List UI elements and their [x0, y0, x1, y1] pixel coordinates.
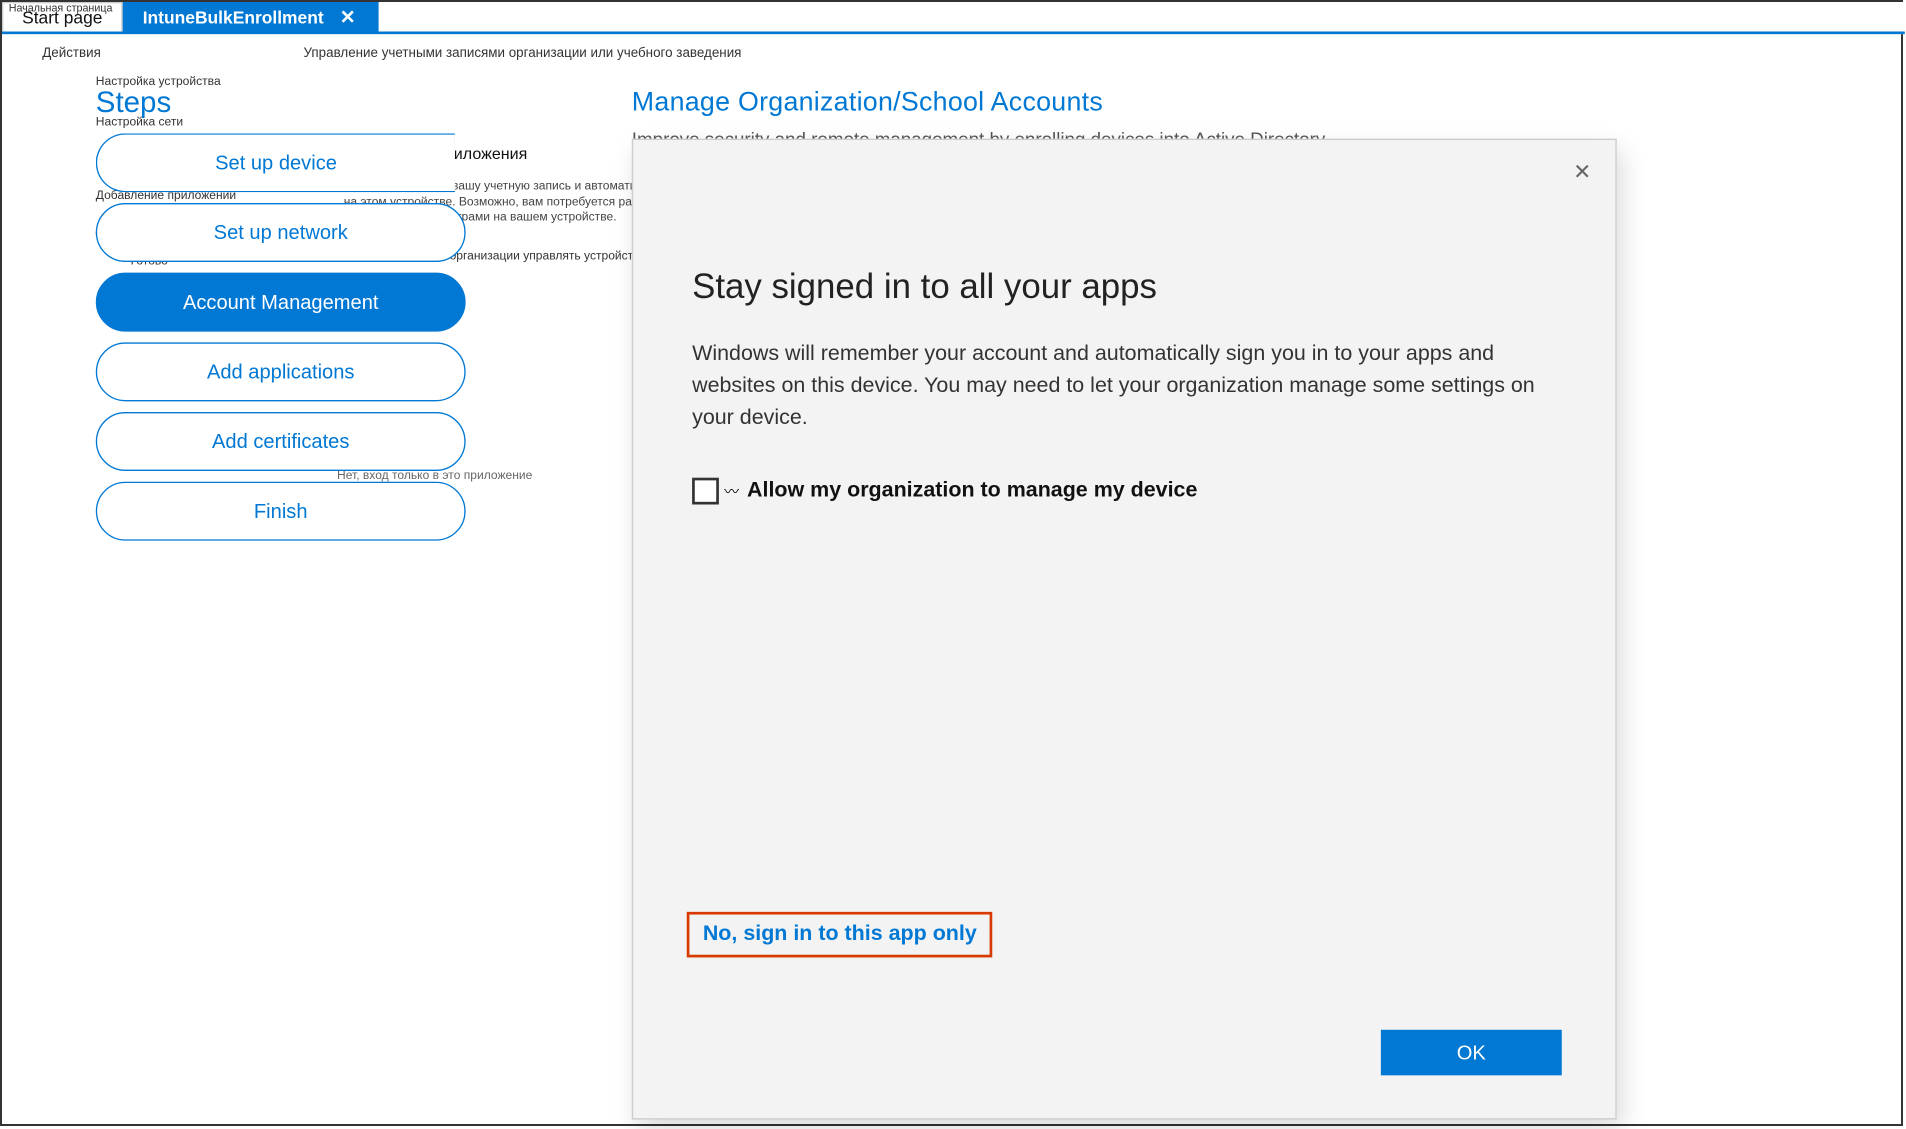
- step-account-management-label: Account Management: [183, 291, 379, 314]
- step-add-certificates[interactable]: Add certificates: [96, 412, 466, 471]
- step-finish-label: Finish: [254, 500, 308, 523]
- step-add-certificates-label: Add certificates: [212, 430, 349, 453]
- tab-start-page[interactable]: Начальная страница Start page: [2, 2, 123, 31]
- ru-net-setup-label: Настройка сети: [96, 115, 183, 128]
- allow-org-checkbox-row[interactable]: 〰 Allow my organization to manage my dev…: [692, 478, 1197, 505]
- allow-org-checkbox[interactable]: [692, 478, 719, 505]
- ok-button[interactable]: OK: [1381, 1030, 1562, 1076]
- ru-manage-accounts-header: Управление учетными записями организации…: [304, 46, 742, 61]
- step-setup-device-label: Set up device: [215, 151, 337, 174]
- tab-intune-label: IntuneBulkEnrollment: [143, 7, 324, 27]
- modal-text: Windows will remember your account and a…: [692, 338, 1536, 434]
- step-add-applications[interactable]: Add applications: [96, 342, 466, 401]
- step-finish[interactable]: Finish: [96, 482, 466, 541]
- modal-close-icon[interactable]: ✕: [1568, 153, 1597, 191]
- page-title: Manage Organization/School Accounts: [632, 88, 1103, 119]
- step-setup-network[interactable]: Set up network: [96, 203, 466, 262]
- signin-modal: ✕ Stay signed in to all your apps Window…: [632, 139, 1617, 1120]
- step-account-management[interactable]: Account Management: [96, 273, 466, 332]
- modal-title: Stay signed in to all your apps: [692, 266, 1157, 308]
- no-signin-this-app-only-link[interactable]: No, sign in to this app only: [687, 912, 993, 958]
- wave-icon: 〰: [724, 480, 739, 501]
- tab-close-icon[interactable]: ✕: [337, 6, 358, 29]
- ru-actions-label: Действия: [42, 46, 101, 61]
- allow-org-checkbox-label: Allow my organization to manage my devic…: [747, 479, 1197, 503]
- step-setup-device[interactable]: Set up device: [96, 133, 455, 192]
- step-setup-network-label: Set up network: [214, 221, 348, 244]
- tab-intune-bulk-enrollment[interactable]: IntuneBulkEnrollment ✕: [123, 2, 379, 31]
- tabs-bar: Начальная страница Start page IntuneBulk…: [2, 2, 1905, 34]
- tab-start-page-ru-label: Начальная страница: [9, 2, 113, 14]
- step-add-applications-label: Add applications: [207, 360, 355, 383]
